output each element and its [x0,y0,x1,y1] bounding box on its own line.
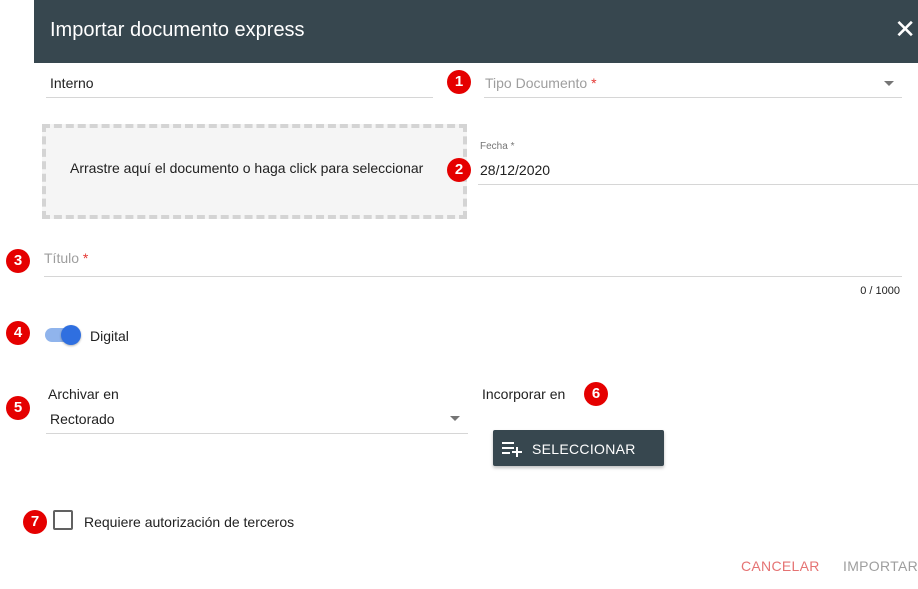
date-underline [478,184,918,185]
chevron-down-icon[interactable] [450,416,460,421]
origin-field-underline [46,97,433,98]
doc-type-label: Tipo Documento * [485,75,597,91]
annotation-badge-7: 7 [23,510,47,534]
close-icon[interactable]: ✕ [894,16,916,42]
select-button[interactable]: SELECCIONAR [493,430,664,466]
select-button-label: SELECCIONAR [532,441,636,457]
playlist-add-icon [502,442,522,457]
dropzone-text: Arrastre aquí el documento o haga click … [70,160,424,176]
chevron-down-icon[interactable] [884,81,894,86]
annotation-badge-5: 5 [6,396,30,420]
dialog-header: Importar documento express ✕ [34,0,918,63]
incorporate-in-label: Incorporar en [482,386,566,402]
third-party-auth-label: Requiere autorización de terceros [84,514,295,530]
import-button[interactable]: IMPORTAR [843,558,918,574]
archive-in-value: Rectorado [50,411,115,427]
annotation-badge-3: 3 [6,249,30,273]
third-party-auth-checkbox[interactable] [53,510,73,530]
date-input[interactable]: 28/12/2020 [480,162,550,178]
archive-in-underline [46,433,468,434]
annotation-badge-1: 1 [447,70,471,94]
title-char-counter: 0 / 1000 [860,285,900,297]
date-label: Fecha * [480,141,515,152]
cancel-button[interactable]: CANCELAR [741,558,820,574]
title-underline [44,276,902,277]
doc-type-underline [484,97,902,98]
annotation-badge-2: 2 [447,158,471,182]
annotation-badge-6: 6 [584,382,608,406]
digital-toggle-label: Digital [90,328,129,344]
annotation-badge-4: 4 [6,321,30,345]
file-dropzone[interactable]: Arrastre aquí el documento o haga click … [42,124,467,219]
dialog-title: Importar documento express [50,19,305,41]
title-input[interactable]: Título * [44,250,88,266]
toggle-thumb[interactable] [61,325,81,345]
archive-in-label: Archivar en [48,386,119,402]
origin-field-value[interactable]: Interno [50,75,94,91]
